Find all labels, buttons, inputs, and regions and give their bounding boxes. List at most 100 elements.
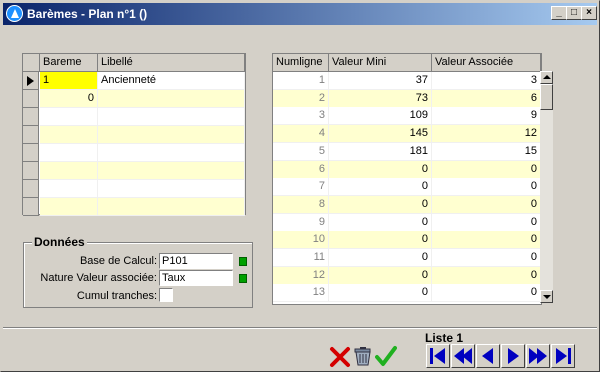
scroll-up-button[interactable]	[540, 71, 553, 84]
nature-valeur-lookup-icon[interactable]	[239, 274, 247, 283]
numligne-cell[interactable]: 11	[273, 249, 329, 267]
column-header-valeur-associee[interactable]: Valeur Associée	[432, 54, 541, 72]
libelle-cell[interactable]	[98, 126, 245, 144]
base-calcul-field[interactable]: P101	[159, 253, 233, 269]
valeur-mini-cell[interactable]: 0	[329, 284, 432, 303]
donnees-legend: Données	[32, 235, 87, 249]
bareme-cell[interactable]	[40, 126, 98, 144]
close-button[interactable]: ×	[581, 6, 597, 20]
libelle-cell[interactable]	[98, 162, 245, 180]
last-record-button[interactable]	[551, 344, 575, 368]
column-header-numligne[interactable]: Numligne	[273, 54, 329, 72]
row-header[interactable]	[23, 144, 39, 162]
numligne-cell[interactable]: 7	[273, 178, 329, 197]
row-header[interactable]	[23, 126, 39, 144]
numligne-cell[interactable]: 12	[273, 266, 329, 285]
valeur-mini-cell[interactable]: 109	[329, 107, 432, 126]
valeur-associee-cell[interactable]: 0	[432, 213, 541, 232]
numligne-cell[interactable]: 3	[273, 107, 329, 126]
valeur-associee-cell[interactable]: 3	[432, 72, 541, 90]
previous-page-button[interactable]	[451, 344, 475, 368]
valeur-associee-cell[interactable]: 0	[432, 231, 541, 250]
main-window: Barèmes - Plan n°1 () _ □ × Bareme Libel…	[0, 0, 600, 372]
numligne-cell[interactable]: 6	[273, 160, 329, 179]
base-calcul-label: Base de Calcul:	[79, 255, 157, 267]
column-header-libelle[interactable]: Libellé	[98, 54, 245, 72]
column-header-valeur-mini[interactable]: Valeur Mini	[329, 54, 432, 72]
next-page-icon	[529, 348, 547, 364]
row-header[interactable]	[23, 180, 39, 198]
valeur-associee-cell[interactable]: 0	[432, 195, 541, 214]
trash-icon[interactable]	[352, 345, 374, 367]
grid-corner	[23, 54, 40, 72]
valeur-mini-cell[interactable]: 0	[329, 178, 432, 197]
bareme-cell[interactable]	[40, 108, 98, 126]
valeur-mini-cell[interactable]: 0	[329, 249, 432, 267]
row-header[interactable]	[23, 108, 39, 126]
bareme-cell[interactable]	[40, 144, 98, 162]
row-header[interactable]	[23, 162, 39, 180]
valeur-mini-cell[interactable]: 0	[329, 213, 432, 232]
bareme-cell[interactable]: 1	[40, 72, 98, 90]
bareme-cell[interactable]	[40, 198, 98, 216]
base-calcul-lookup-icon[interactable]	[239, 257, 247, 266]
libelle-cell[interactable]	[98, 180, 245, 198]
validate-icon[interactable]	[375, 345, 397, 367]
next-page-button[interactable]	[526, 344, 550, 368]
valeur-associee-cell[interactable]: 12	[432, 125, 541, 144]
valeur-mini-cell[interactable]: 37	[329, 72, 432, 90]
numligne-cell[interactable]: 9	[273, 213, 329, 232]
cancel-icon[interactable]	[329, 346, 351, 368]
numligne-cell[interactable]: 8	[273, 195, 329, 214]
bareme-grid: Bareme Libellé 1 Ancienneté 0	[22, 53, 246, 216]
vertical-scrollbar[interactable]	[540, 71, 553, 303]
valeur-associee-cell[interactable]: 9	[432, 107, 541, 126]
bareme-cell[interactable]	[40, 180, 98, 198]
valeur-mini-cell[interactable]: 0	[329, 231, 432, 250]
libelle-cell[interactable]: Ancienneté	[98, 72, 245, 90]
valeur-mini-cell[interactable]: 73	[329, 89, 432, 108]
valeur-mini-cell[interactable]: 0	[329, 266, 432, 285]
maximize-button[interactable]: □	[566, 6, 582, 20]
column-header-bareme[interactable]: Bareme	[40, 54, 98, 72]
nature-valeur-field[interactable]: Taux	[159, 270, 233, 286]
first-record-button[interactable]	[426, 344, 450, 368]
valeur-associee-cell[interactable]: 0	[432, 178, 541, 197]
valeur-associee-cell[interactable]: 0	[432, 284, 541, 303]
valeur-associee-cell[interactable]: 0	[432, 249, 541, 267]
libelle-cell[interactable]	[98, 90, 245, 108]
valeur-mini-cell[interactable]: 0	[329, 160, 432, 179]
valeur-associee-cell[interactable]: 15	[432, 142, 541, 161]
app-icon	[6, 5, 23, 22]
previous-record-button[interactable]	[476, 344, 500, 368]
valeur-mini-cell[interactable]: 145	[329, 125, 432, 144]
last-icon	[556, 348, 571, 364]
valeur-mini-cell[interactable]: 181	[329, 142, 432, 161]
scroll-thumb[interactable]	[540, 84, 553, 110]
libelle-cell[interactable]	[98, 198, 245, 216]
valeur-associee-cell[interactable]: 0	[432, 160, 541, 179]
numligne-cell[interactable]: 2	[273, 89, 329, 108]
bareme-cell[interactable]: 0	[40, 90, 98, 108]
libelle-cell[interactable]	[98, 144, 245, 162]
row-header[interactable]	[23, 90, 39, 108]
previous-page-icon	[454, 348, 472, 364]
numligne-cell[interactable]: 5	[273, 142, 329, 161]
numligne-cell[interactable]: 4	[273, 125, 329, 144]
bareme-cell[interactable]	[40, 162, 98, 180]
previous-icon	[482, 348, 493, 364]
numligne-cell[interactable]: 10	[273, 231, 329, 250]
row-header[interactable]	[23, 198, 39, 216]
libelle-cell[interactable]	[98, 108, 245, 126]
valeur-associee-cell[interactable]: 0	[432, 266, 541, 285]
numligne-cell[interactable]: 1	[273, 72, 329, 90]
cumul-tranches-label: Cumul tranches:	[76, 290, 157, 302]
cumul-tranches-checkbox[interactable]	[159, 288, 173, 302]
next-record-button[interactable]	[501, 344, 525, 368]
row-header[interactable]	[23, 72, 39, 90]
minimize-button[interactable]: _	[551, 6, 567, 20]
scroll-down-button[interactable]	[540, 290, 553, 303]
numligne-cell[interactable]: 13	[273, 284, 329, 303]
valeur-associee-cell[interactable]: 6	[432, 89, 541, 108]
valeur-mini-cell[interactable]: 0	[329, 195, 432, 214]
